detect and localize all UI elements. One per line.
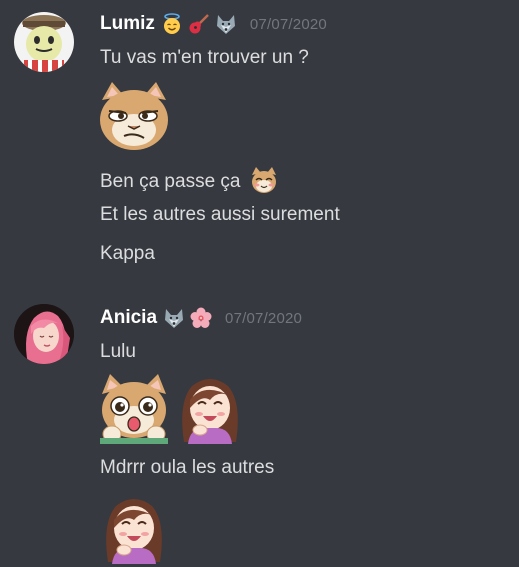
username[interactable]: Lumiz [100, 13, 155, 35]
avatar[interactable] [14, 304, 74, 364]
ghost-character-avatar-icon [14, 12, 74, 72]
message-header: Anicia 07/07/2020 [100, 304, 302, 332]
pink-hair-girl-avatar-icon [14, 304, 74, 364]
laughing-girl-emote[interactable] [98, 492, 170, 564]
message-text: Tu vas m'en trouver un ? [100, 47, 309, 68]
angel-emoji-icon [161, 13, 183, 35]
message-text: Et les autres aussi surement [100, 204, 340, 225]
guitar-emoji-icon [188, 13, 210, 35]
username[interactable]: Anicia [100, 307, 157, 329]
message-header: Lumiz 07/07/2020 [100, 10, 327, 38]
message-text: Kappa [100, 243, 155, 264]
message-text: Lulu [100, 341, 136, 362]
timestamp[interactable]: 07/07/2020 [250, 16, 327, 33]
hibiscus-emoji-icon [190, 307, 212, 329]
happy-cat-emote[interactable] [250, 166, 278, 194]
timestamp[interactable]: 07/07/2020 [225, 310, 302, 327]
avatar[interactable] [14, 12, 74, 72]
wolf-emoji-icon [163, 307, 185, 329]
message-text: Ben ça passe ça [100, 166, 278, 194]
smug-cat-emote[interactable] [98, 80, 170, 152]
wolf-emoji-icon [215, 13, 237, 35]
message-text-content: Ben ça passe ça [100, 171, 241, 192]
message-text: Mdrrr oula les autres [100, 457, 275, 478]
laughing-girl-emote[interactable] [174, 372, 246, 444]
surprised-cat-emote[interactable] [98, 372, 170, 444]
